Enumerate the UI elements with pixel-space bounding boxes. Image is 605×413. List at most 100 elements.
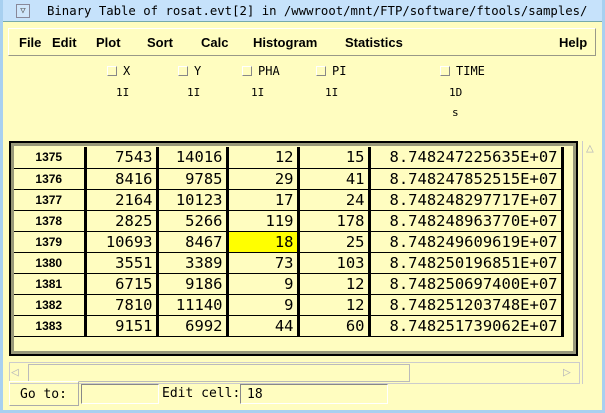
menu-bar: File Edit Plot Sort Calc Histogram Stati… <box>8 28 596 56</box>
table-cell[interactable]: 60 <box>298 315 371 337</box>
table-cell[interactable]: 8.748247225635E+07 <box>369 147 564 169</box>
column-header-pha[interactable]: PHA <box>242 64 280 78</box>
table-row: 1379 10693 8467 18 25 8.748249609619E+07 <box>14 231 564 253</box>
column-select-checkbox[interactable] <box>178 66 188 76</box>
menu-sort[interactable]: Sort <box>147 35 173 50</box>
table-cell[interactable]: 9186 <box>157 273 229 295</box>
column-format: 1I <box>116 86 130 99</box>
table-cell[interactable]: 10123 <box>157 189 229 211</box>
row-number[interactable]: 1375 <box>14 147 87 169</box>
table-cell[interactable]: 12 <box>298 273 371 295</box>
vertical-scrollbar[interactable]: △ <box>582 141 600 384</box>
table-cell[interactable]: 119 <box>227 210 300 232</box>
table-cell[interactable]: 9785 <box>157 168 229 190</box>
horizontal-scroll-thumb[interactable] <box>28 364 410 382</box>
table-cell[interactable]: 6992 <box>157 315 229 337</box>
column-select-checkbox[interactable] <box>242 66 252 76</box>
row-number[interactable]: 1383 <box>14 315 87 337</box>
table-cell[interactable]: 12 <box>227 147 300 169</box>
column-select-checkbox[interactable] <box>316 66 326 76</box>
table-cell[interactable]: 7810 <box>85 294 159 316</box>
window: ▽ Binary Table of rosat.evt[2] in /wwwro… <box>0 0 605 413</box>
column-name: Y <box>194 64 202 78</box>
menu-file[interactable]: File <box>19 35 41 50</box>
table-cell[interactable]: 11140 <box>157 294 229 316</box>
table-cell[interactable]: 15 <box>298 147 371 169</box>
row-number[interactable]: 1376 <box>14 168 87 190</box>
table-cell[interactable]: 29 <box>227 168 300 190</box>
table-cell[interactable]: 8.748250697400E+07 <box>369 273 564 295</box>
table-cell[interactable]: 6715 <box>85 273 159 295</box>
table-cell[interactable]: 73 <box>227 252 300 274</box>
goto-button[interactable]: Go to: <box>9 381 79 406</box>
table-cell[interactable]: 8.748248297717E+07 <box>369 189 564 211</box>
column-header-pi[interactable]: PI <box>316 64 346 78</box>
table-cell[interactable]: 178 <box>298 210 371 232</box>
edit-cell-label: Edit cell: <box>162 386 241 401</box>
data-table: 1375 7543 14016 12 15 8.748247225635E+07 1376 8… <box>14 147 564 337</box>
table-cell[interactable]: 2164 <box>85 189 159 211</box>
table-row: 1383 9151 6992 44 60 8.748251739062E+07 <box>14 315 564 337</box>
column-header-time[interactable]: TIME <box>440 64 485 78</box>
table-cell[interactable]: 17 <box>227 189 300 211</box>
row-number[interactable]: 1380 <box>14 252 87 274</box>
table-cell[interactable]: 41 <box>298 168 371 190</box>
table-cell[interactable]: 12 <box>298 294 371 316</box>
table-cell[interactable]: 103 <box>298 252 371 274</box>
row-number[interactable]: 1378 <box>14 210 87 232</box>
scroll-left-icon[interactable]: ◁ <box>11 365 19 380</box>
table-cell[interactable]: 8.748251203748E+07 <box>369 294 564 316</box>
column-header-y[interactable]: Y <box>178 64 201 78</box>
column-name: PI <box>332 64 347 78</box>
table-cell[interactable]: 3389 <box>157 252 229 274</box>
column-format: 1I <box>325 86 339 99</box>
menu-calc[interactable]: Calc <box>201 35 228 50</box>
menu-help[interactable]: Help <box>559 35 587 50</box>
table-cell[interactable]: 24 <box>298 189 371 211</box>
table-row: 1381 6715 9186 9 12 8.748250697400E+07 <box>14 273 564 295</box>
menu-histogram[interactable]: Histogram <box>253 35 317 50</box>
table-cell[interactable]: 8.748250196851E+07 <box>369 252 564 274</box>
horizontal-scrollbar[interactable]: ◁ ▷ <box>9 362 580 384</box>
table-row: 1378 2825 5266 119 178 8.748248963770E+07 <box>14 210 564 232</box>
table-cell[interactable]: 7543 <box>85 147 159 169</box>
table-cell[interactable]: 9 <box>227 294 300 316</box>
column-select-checkbox[interactable] <box>107 66 117 76</box>
row-number[interactable]: 1377 <box>14 189 87 211</box>
table-cell[interactable]: 8.748249609619E+07 <box>369 231 564 253</box>
table-cell[interactable]: 5266 <box>157 210 229 232</box>
table-cell[interactable]: 18 <box>227 231 300 253</box>
table-cell[interactable]: 9 <box>227 273 300 295</box>
table-cell[interactable]: 8.748248963770E+07 <box>369 210 564 232</box>
table-cell[interactable]: 10693 <box>85 231 159 253</box>
row-number[interactable]: 1381 <box>14 273 87 295</box>
row-number[interactable]: 1382 <box>14 294 87 316</box>
edit-cell-input[interactable]: 18 <box>240 384 388 404</box>
table-cell[interactable]: 8416 <box>85 168 159 190</box>
table-cell[interactable]: 8467 <box>157 231 229 253</box>
table-cell[interactable]: 44 <box>227 315 300 337</box>
table-frame: 1375 7543 14016 12 15 8.748247225635E+07 1376 8… <box>9 141 578 356</box>
window-title: Binary Table of rosat.evt[2] in /wwwroot… <box>47 4 588 18</box>
table-row: 1380 3551 3389 73 103 8.748250196851E+07 <box>14 252 564 274</box>
menu-statistics[interactable]: Statistics <box>345 35 403 50</box>
table-cell[interactable]: 8.748247852515E+07 <box>369 168 564 190</box>
window-menu-button[interactable]: ▽ <box>16 4 30 18</box>
table-cell[interactable]: 2825 <box>85 210 159 232</box>
goto-input[interactable] <box>81 384 159 404</box>
table-cell[interactable]: 9151 <box>85 315 159 337</box>
column-name: PHA <box>258 64 280 78</box>
menu-plot[interactable]: Plot <box>96 35 121 50</box>
table-cell[interactable]: 3551 <box>85 252 159 274</box>
row-number[interactable]: 1379 <box>14 231 87 253</box>
scroll-up-icon[interactable]: △ <box>586 141 594 156</box>
column-select-checkbox[interactable] <box>440 66 450 76</box>
column-format: 1D <box>449 86 463 99</box>
menu-edit[interactable]: Edit <box>52 35 77 50</box>
column-unit: s <box>452 106 459 119</box>
table-cell[interactable]: 14016 <box>157 147 229 169</box>
table-cell[interactable]: 25 <box>298 231 371 253</box>
column-header-x[interactable]: X <box>107 64 130 78</box>
scroll-right-icon[interactable]: ▷ <box>563 365 571 380</box>
table-cell[interactable]: 8.748251739062E+07 <box>369 315 564 337</box>
